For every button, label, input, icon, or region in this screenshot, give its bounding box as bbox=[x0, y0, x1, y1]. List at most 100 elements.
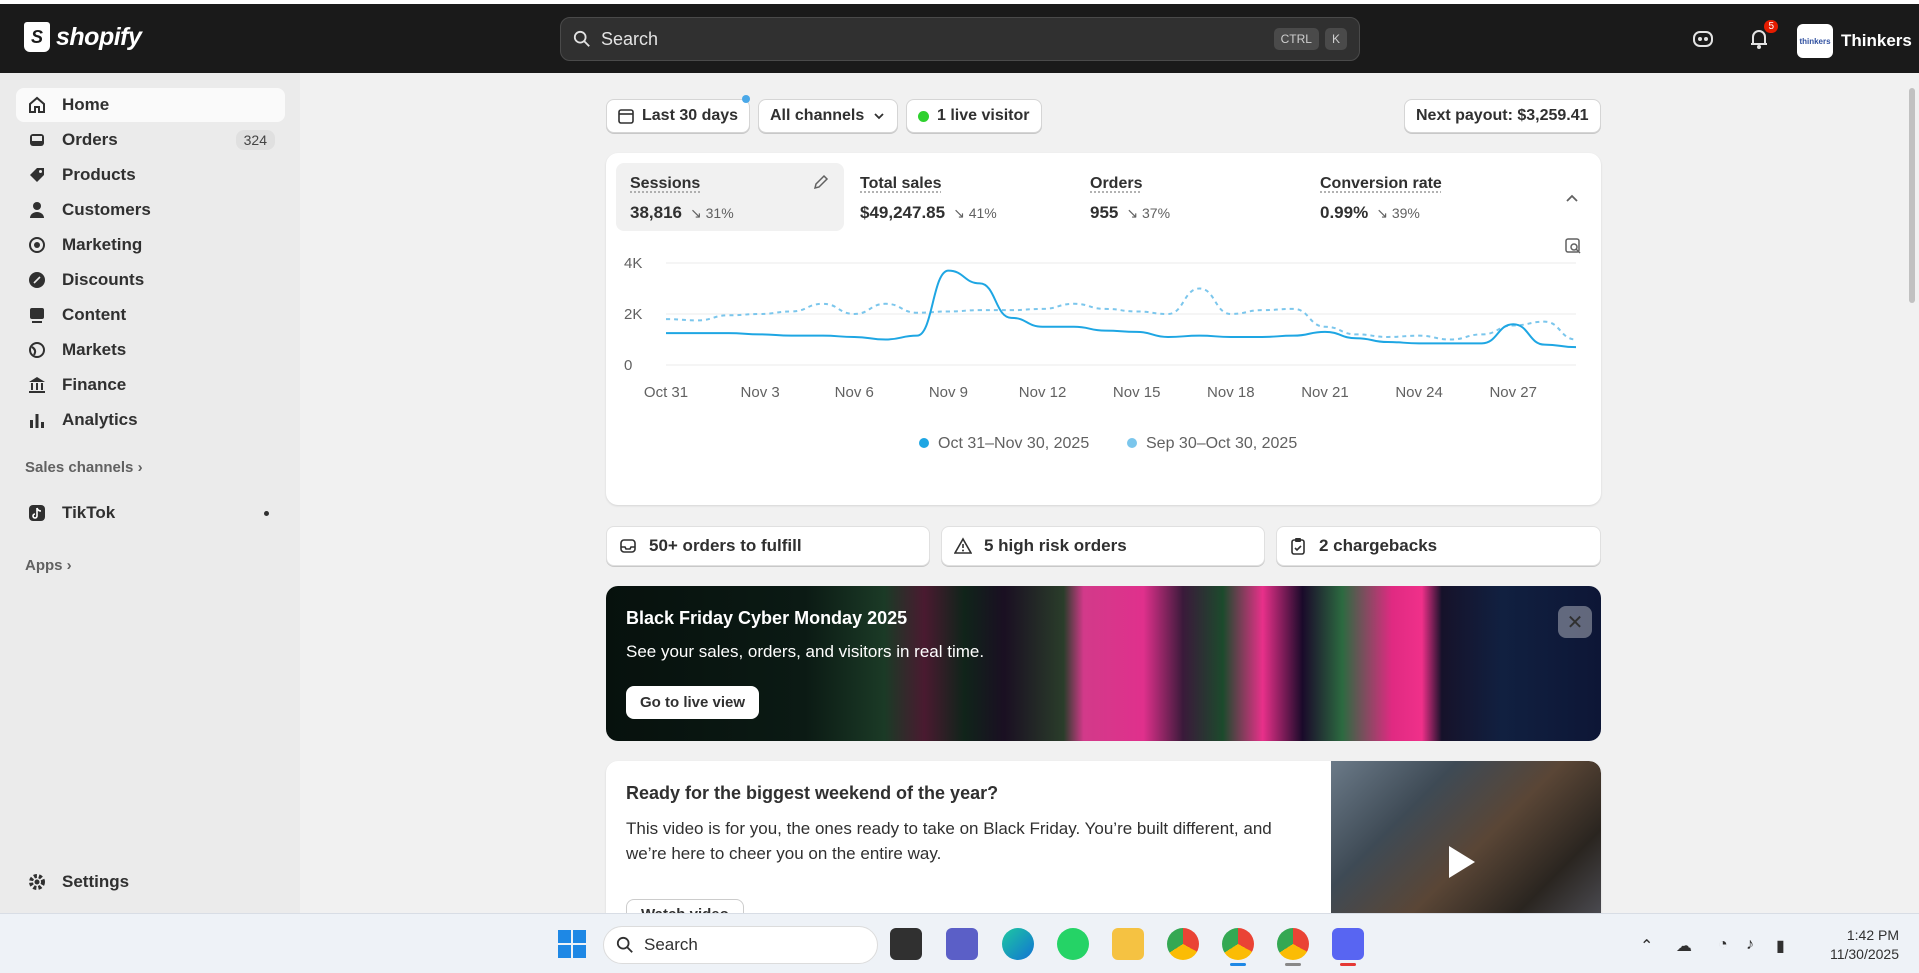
sidebar-item-markets[interactable]: Markets bbox=[16, 333, 285, 367]
metric-sessions[interactable]: Sessions 38,816 ↘ 31% bbox=[616, 163, 844, 231]
y-tick-label: 2K bbox=[624, 306, 642, 323]
next-payout-button[interactable]: Next payout: $3,259.41 bbox=[1404, 99, 1601, 133]
sidebar-item-customers[interactable]: Customers bbox=[16, 193, 285, 227]
bell-icon[interactable]: 5 bbox=[1746, 20, 1778, 54]
apps-heading[interactable]: Apps › bbox=[25, 557, 72, 574]
close-icon[interactable]: ✕ bbox=[1558, 606, 1592, 638]
active-indicator bbox=[1230, 963, 1246, 966]
watch-video-button[interactable]: Watch video bbox=[626, 899, 744, 913]
sidebar-item-label: Marketing bbox=[62, 235, 143, 254]
sidebar-item-settings[interactable]: Settings bbox=[16, 865, 285, 899]
alert-high-risk-orders[interactable]: 5 high risk orders bbox=[941, 526, 1265, 566]
metric-value: 955 bbox=[1090, 203, 1119, 222]
sidebar-item-orders[interactable]: Orders 324 bbox=[16, 123, 285, 157]
sidebar-item-finance[interactable]: Finance bbox=[16, 368, 285, 402]
x-tick-label: Nov 18 bbox=[1207, 384, 1255, 401]
clock-date: 11/30/2025 bbox=[1829, 946, 1899, 962]
sidebar-item-marketing[interactable]: Marketing bbox=[16, 228, 285, 262]
live-visitors-label: 1 live visitor bbox=[937, 107, 1030, 124]
live-status-dot bbox=[918, 110, 929, 122]
sidebar-item-content[interactable]: Content bbox=[16, 298, 285, 332]
shopify-logo[interactable]: shopify bbox=[24, 22, 142, 52]
wifi-icon[interactable]: ◔ bbox=[1718, 936, 1728, 954]
search-placeholder: Search bbox=[601, 28, 659, 49]
play-icon[interactable] bbox=[1449, 846, 1475, 878]
metric-delta: ↘ 31% bbox=[690, 204, 734, 221]
discount-icon bbox=[28, 271, 46, 289]
metric-label: Conversion rate bbox=[1320, 175, 1442, 192]
x-tick-label: Nov 3 bbox=[741, 384, 780, 401]
video-thumbnail[interactable] bbox=[1331, 761, 1601, 913]
live-visitors-button[interactable]: 1 live visitor bbox=[906, 99, 1042, 133]
comparison-indicator-dot bbox=[742, 95, 750, 103]
scrollbar-thumb[interactable] bbox=[1909, 88, 1915, 303]
sales-channels-heading[interactable]: Sales channels › bbox=[25, 459, 143, 476]
page-scrollbar[interactable] bbox=[1906, 73, 1919, 913]
store-menu[interactable]: thinkers Thinkers bbox=[1797, 24, 1912, 58]
sidebar-item-home[interactable]: Home bbox=[16, 88, 285, 122]
chevron-up-icon[interactable]: ⌃ bbox=[1640, 936, 1653, 956]
chrome-profile-icon[interactable] bbox=[1277, 928, 1309, 966]
bar-chart-icon bbox=[28, 411, 46, 429]
edge-icon[interactable] bbox=[1002, 928, 1034, 960]
taskbar-clock[interactable]: 1:42 PM 11/30/2025 bbox=[1817, 926, 1899, 964]
task-view-icon[interactable] bbox=[890, 928, 922, 960]
windows-start-icon[interactable] bbox=[556, 928, 588, 960]
person-icon bbox=[28, 201, 46, 219]
sidebar-item-label: Content bbox=[62, 305, 127, 324]
metric-delta-value: 37% bbox=[1142, 204, 1171, 221]
sidebar-item-discounts[interactable]: Discounts bbox=[16, 263, 285, 297]
clipboard-icon bbox=[1291, 538, 1305, 555]
discord-icon[interactable] bbox=[1332, 928, 1364, 966]
chrome-profile-icon[interactable] bbox=[1222, 928, 1254, 966]
video-card-body: This video is for you, the ones ready to… bbox=[626, 819, 1272, 863]
chrome-icon[interactable] bbox=[1167, 928, 1199, 960]
tiktok-icon bbox=[28, 504, 46, 522]
x-tick-label: Nov 21 bbox=[1301, 384, 1349, 401]
channels-dropdown[interactable]: All channels bbox=[758, 99, 899, 133]
alert-orders-to-fulfill[interactable]: 50+ orders to fulfill bbox=[606, 526, 930, 566]
chevron-right-icon: › bbox=[66, 557, 72, 574]
sidebar-item-label: TikTok bbox=[62, 503, 116, 522]
speaker-icon[interactable]: ♪ bbox=[1746, 936, 1754, 954]
go-to-live-view-button[interactable]: Go to live view bbox=[626, 686, 760, 719]
search-bar[interactable]: Search CTRL K bbox=[560, 17, 1360, 61]
metric-value: 38,816 bbox=[630, 203, 682, 222]
file-explorer-icon[interactable] bbox=[1112, 928, 1144, 960]
kbd-k: K bbox=[1324, 28, 1347, 50]
tag-icon bbox=[28, 166, 46, 184]
sidebar-item-analytics[interactable]: Analytics bbox=[16, 403, 285, 437]
open-indicator bbox=[1340, 963, 1356, 966]
battery-icon[interactable]: ▮ bbox=[1776, 936, 1785, 956]
taskbar-search[interactable]: Search bbox=[603, 926, 878, 964]
search-icon bbox=[616, 936, 633, 953]
sidebar-item-label: Markets bbox=[62, 340, 127, 359]
chevron-up-icon[interactable] bbox=[1564, 191, 1580, 207]
legend-label: Sep 30–Oct 30, 2025 bbox=[1146, 435, 1297, 452]
bank-icon bbox=[28, 376, 46, 394]
onedrive-icon[interactable]: ☁ bbox=[1676, 936, 1692, 956]
date-range-button[interactable]: Last 30 days bbox=[606, 99, 751, 133]
alert-label: 50+ orders to fulfill bbox=[649, 536, 802, 555]
store-name: Thinkers bbox=[1841, 31, 1912, 50]
metric-orders[interactable]: Orders 955 ↘ 37% bbox=[1076, 163, 1304, 231]
metric-total-sales[interactable]: Total sales $49,247.85 ↘ 41% bbox=[846, 163, 1074, 231]
chevron-right-icon: › bbox=[137, 459, 143, 476]
sidebar-item-products[interactable]: Products bbox=[16, 158, 285, 192]
clock-time: 1:42 PM bbox=[1846, 927, 1899, 943]
whatsapp-icon[interactable] bbox=[1057, 928, 1089, 960]
sidekick-icon[interactable] bbox=[1690, 26, 1718, 54]
y-tick-label: 0 bbox=[624, 357, 632, 374]
pencil-icon[interactable] bbox=[812, 173, 830, 191]
legend-label: Oct 31–Nov 30, 2025 bbox=[938, 435, 1089, 452]
sidebar-item-tiktok[interactable]: TikTok bbox=[16, 496, 285, 530]
alert-chargebacks[interactable]: 2 chargebacks bbox=[1276, 526, 1601, 566]
metric-label: Sessions bbox=[630, 175, 701, 192]
video-card-title: Ready for the biggest weekend of the yea… bbox=[626, 783, 999, 803]
metric-conversion-rate[interactable]: Conversion rate 0.99% ↘ 39% bbox=[1306, 163, 1534, 231]
metric-delta-value: 31% bbox=[705, 204, 734, 221]
sidebar-item-label: Home bbox=[62, 95, 110, 114]
shopify-bag-icon bbox=[24, 22, 50, 52]
top-bar: shopify Search CTRL K 5 thinkers Thinker… bbox=[0, 0, 1919, 73]
teams-icon[interactable] bbox=[946, 928, 978, 960]
